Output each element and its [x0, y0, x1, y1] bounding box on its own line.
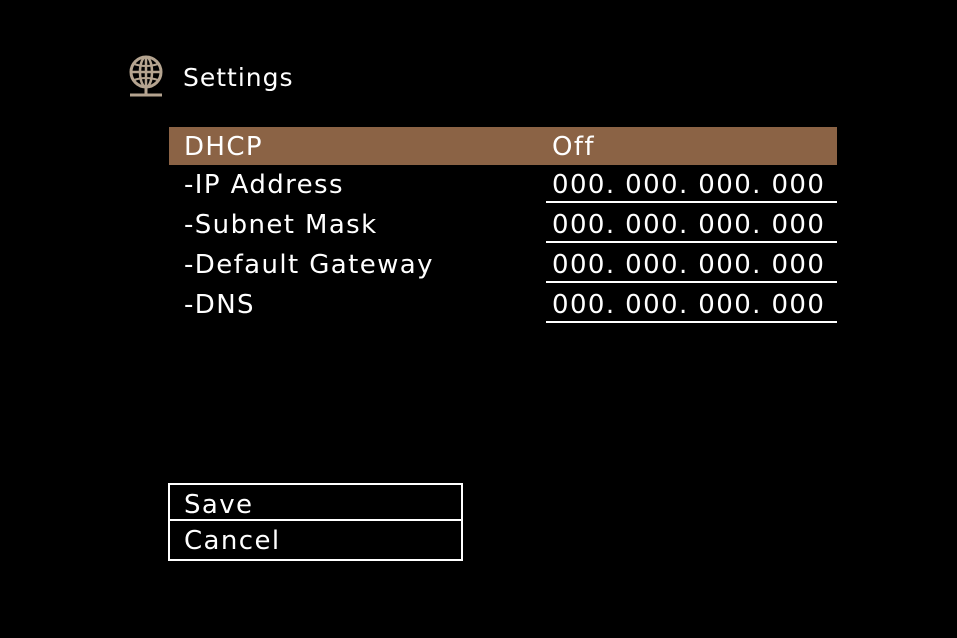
setting-row-dns[interactable]: -DNS 000. 000. 000. 000	[169, 285, 837, 325]
setting-row-dhcp[interactable]: DHCP Off	[169, 127, 837, 165]
globe-network-icon	[129, 55, 163, 97]
setting-row-default-gateway[interactable]: -Default Gateway 000. 000. 000. 000	[169, 245, 837, 285]
dhcp-value: Off	[552, 132, 595, 162]
default-gateway-label: -Default Gateway	[184, 250, 434, 280]
setting-row-ip-address[interactable]: -IP Address 000. 000. 000. 000	[169, 165, 837, 205]
action-buttons: Save Cancel	[168, 483, 463, 561]
network-settings-list: DHCP Off -IP Address 000. 000. 000. 000 …	[169, 127, 837, 325]
ip-address-label: -IP Address	[184, 170, 344, 200]
default-gateway-field[interactable]: 000. 000. 000. 000	[546, 245, 837, 283]
page-header: Settings	[126, 54, 294, 100]
save-button[interactable]: Save	[168, 483, 463, 521]
dns-field[interactable]: 000. 000. 000. 000	[546, 285, 837, 323]
dhcp-label: DHCP	[184, 132, 264, 162]
subnet-mask-label: -Subnet Mask	[184, 210, 378, 240]
cancel-button-label: Cancel	[184, 526, 281, 556]
ip-address-field[interactable]: 000. 000. 000. 000	[546, 165, 837, 203]
cancel-button[interactable]: Cancel	[168, 521, 463, 561]
dns-label: -DNS	[184, 290, 255, 320]
setting-row-subnet-mask[interactable]: -Subnet Mask 000. 000. 000. 000	[169, 205, 837, 245]
subnet-mask-field[interactable]: 000. 000. 000. 000	[546, 205, 837, 243]
save-button-label: Save	[184, 490, 254, 520]
page-title: Settings	[183, 62, 294, 92]
